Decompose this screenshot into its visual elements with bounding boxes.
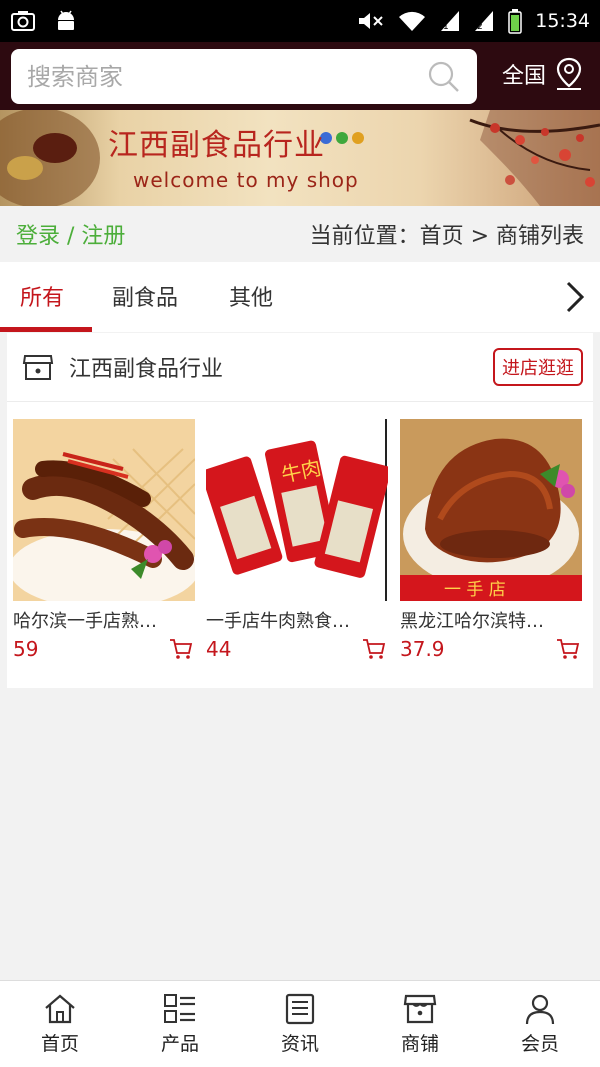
product-card[interactable]: 哈尔滨一手店熟… 59 (13, 419, 195, 661)
banner-subtitle: welcome to my shop (133, 168, 359, 192)
status-bar: 1 2 15:34 (0, 0, 600, 42)
product-name[interactable]: 一手店牛肉熟食… (206, 607, 388, 633)
shop-icon (403, 994, 437, 1023)
product-card[interactable]: 牛肉 一手店牛肉熟食… 44 (206, 419, 388, 661)
list-icon (164, 993, 195, 1023)
nav-shops[interactable]: 商铺 (360, 981, 480, 1067)
shop-card: 江西副食品行业 进店逛逛 哈尔滨一手店熟… 59 牛肉 一手店牛肉熟食… 44 … (7, 333, 593, 688)
product-price: 37.9 (400, 637, 445, 661)
shop-name: 江西副食品行业 (69, 357, 224, 382)
nav-member[interactable]: 会员 (480, 981, 600, 1067)
product-name[interactable]: 黑龙江哈尔滨特… (400, 607, 582, 633)
home-icon (45, 994, 75, 1023)
active-tab-indicator (0, 327, 92, 332)
location-pin-icon (556, 57, 582, 90)
nav-products[interactable]: 产品 (120, 981, 240, 1067)
mute-icon (359, 13, 383, 29)
shop-header: 江西副食品行业 进店逛逛 (7, 333, 593, 402)
product-card[interactable]: 一 手 店 黑龙江哈尔滨特… 37.9 (400, 419, 582, 661)
nav-member-label: 会员 (520, 1032, 559, 1055)
product-name[interactable]: 哈尔滨一手店熟… (13, 607, 195, 633)
search-box[interactable] (11, 49, 477, 104)
search-icon[interactable] (427, 60, 461, 94)
tab-non-staple-food[interactable]: 副食品 (112, 280, 178, 312)
sim1-signal-icon: 1 (441, 11, 460, 32)
product-banner-text: 一 手 店 (444, 580, 506, 600)
nav-news[interactable]: 资讯 (240, 981, 360, 1067)
svg-text:2: 2 (477, 22, 483, 32)
region-selector[interactable]: 全国 (502, 56, 584, 92)
top-header: 全国 (0, 42, 600, 110)
tab-other[interactable]: 其他 (229, 280, 273, 312)
product-image[interactable]: 牛肉 (206, 419, 388, 601)
login-register-link[interactable]: 登录 / 注册 (16, 218, 125, 250)
screenshot-icon (11, 11, 35, 31)
nav-shops-label: 商铺 (400, 1032, 439, 1055)
visit-shop-button[interactable]: 进店逛逛 (493, 348, 583, 386)
cart-icon[interactable] (556, 638, 580, 660)
news-icon (285, 993, 315, 1024)
search-input[interactable] (27, 62, 427, 91)
nav-products-label: 产品 (160, 1032, 199, 1055)
cart-icon[interactable] (169, 638, 193, 660)
sim2-signal-icon: 2 (475, 11, 494, 32)
shop-icon (22, 355, 54, 380)
banner-title: 江西副食品行业 (108, 128, 325, 163)
chevron-right-icon[interactable] (564, 279, 586, 315)
tab-all[interactable]: 所有 (20, 280, 64, 312)
nav-news-label: 资讯 (280, 1032, 319, 1055)
shop-banner: 江西副食品行业 welcome to my shop (0, 110, 600, 206)
nav-home[interactable]: 首页 (0, 981, 120, 1067)
product-price: 44 (206, 637, 232, 661)
breadcrumb: 当前位置：首页 > 商铺列表 (309, 224, 584, 249)
status-time: 15:34 (535, 10, 590, 32)
product-image[interactable]: 一 手 店 (400, 419, 582, 601)
battery-icon (508, 9, 522, 34)
nav-home-label: 首页 (40, 1032, 79, 1055)
product-price: 59 (13, 637, 39, 661)
location-bar: 登录 / 注册 当前位置：首页 > 商铺列表 (0, 206, 600, 262)
bottom-nav: 首页 产品 资讯 商铺 会员 (0, 980, 600, 1067)
user-icon (525, 994, 555, 1024)
product-image[interactable] (13, 419, 195, 601)
cart-icon[interactable] (362, 638, 386, 660)
wifi-icon (399, 11, 426, 31)
android-icon (58, 10, 74, 30)
category-tabs: 所有 副食品 其他 (0, 262, 600, 332)
region-label: 全国 (501, 64, 546, 89)
svg-text:1: 1 (443, 22, 449, 32)
